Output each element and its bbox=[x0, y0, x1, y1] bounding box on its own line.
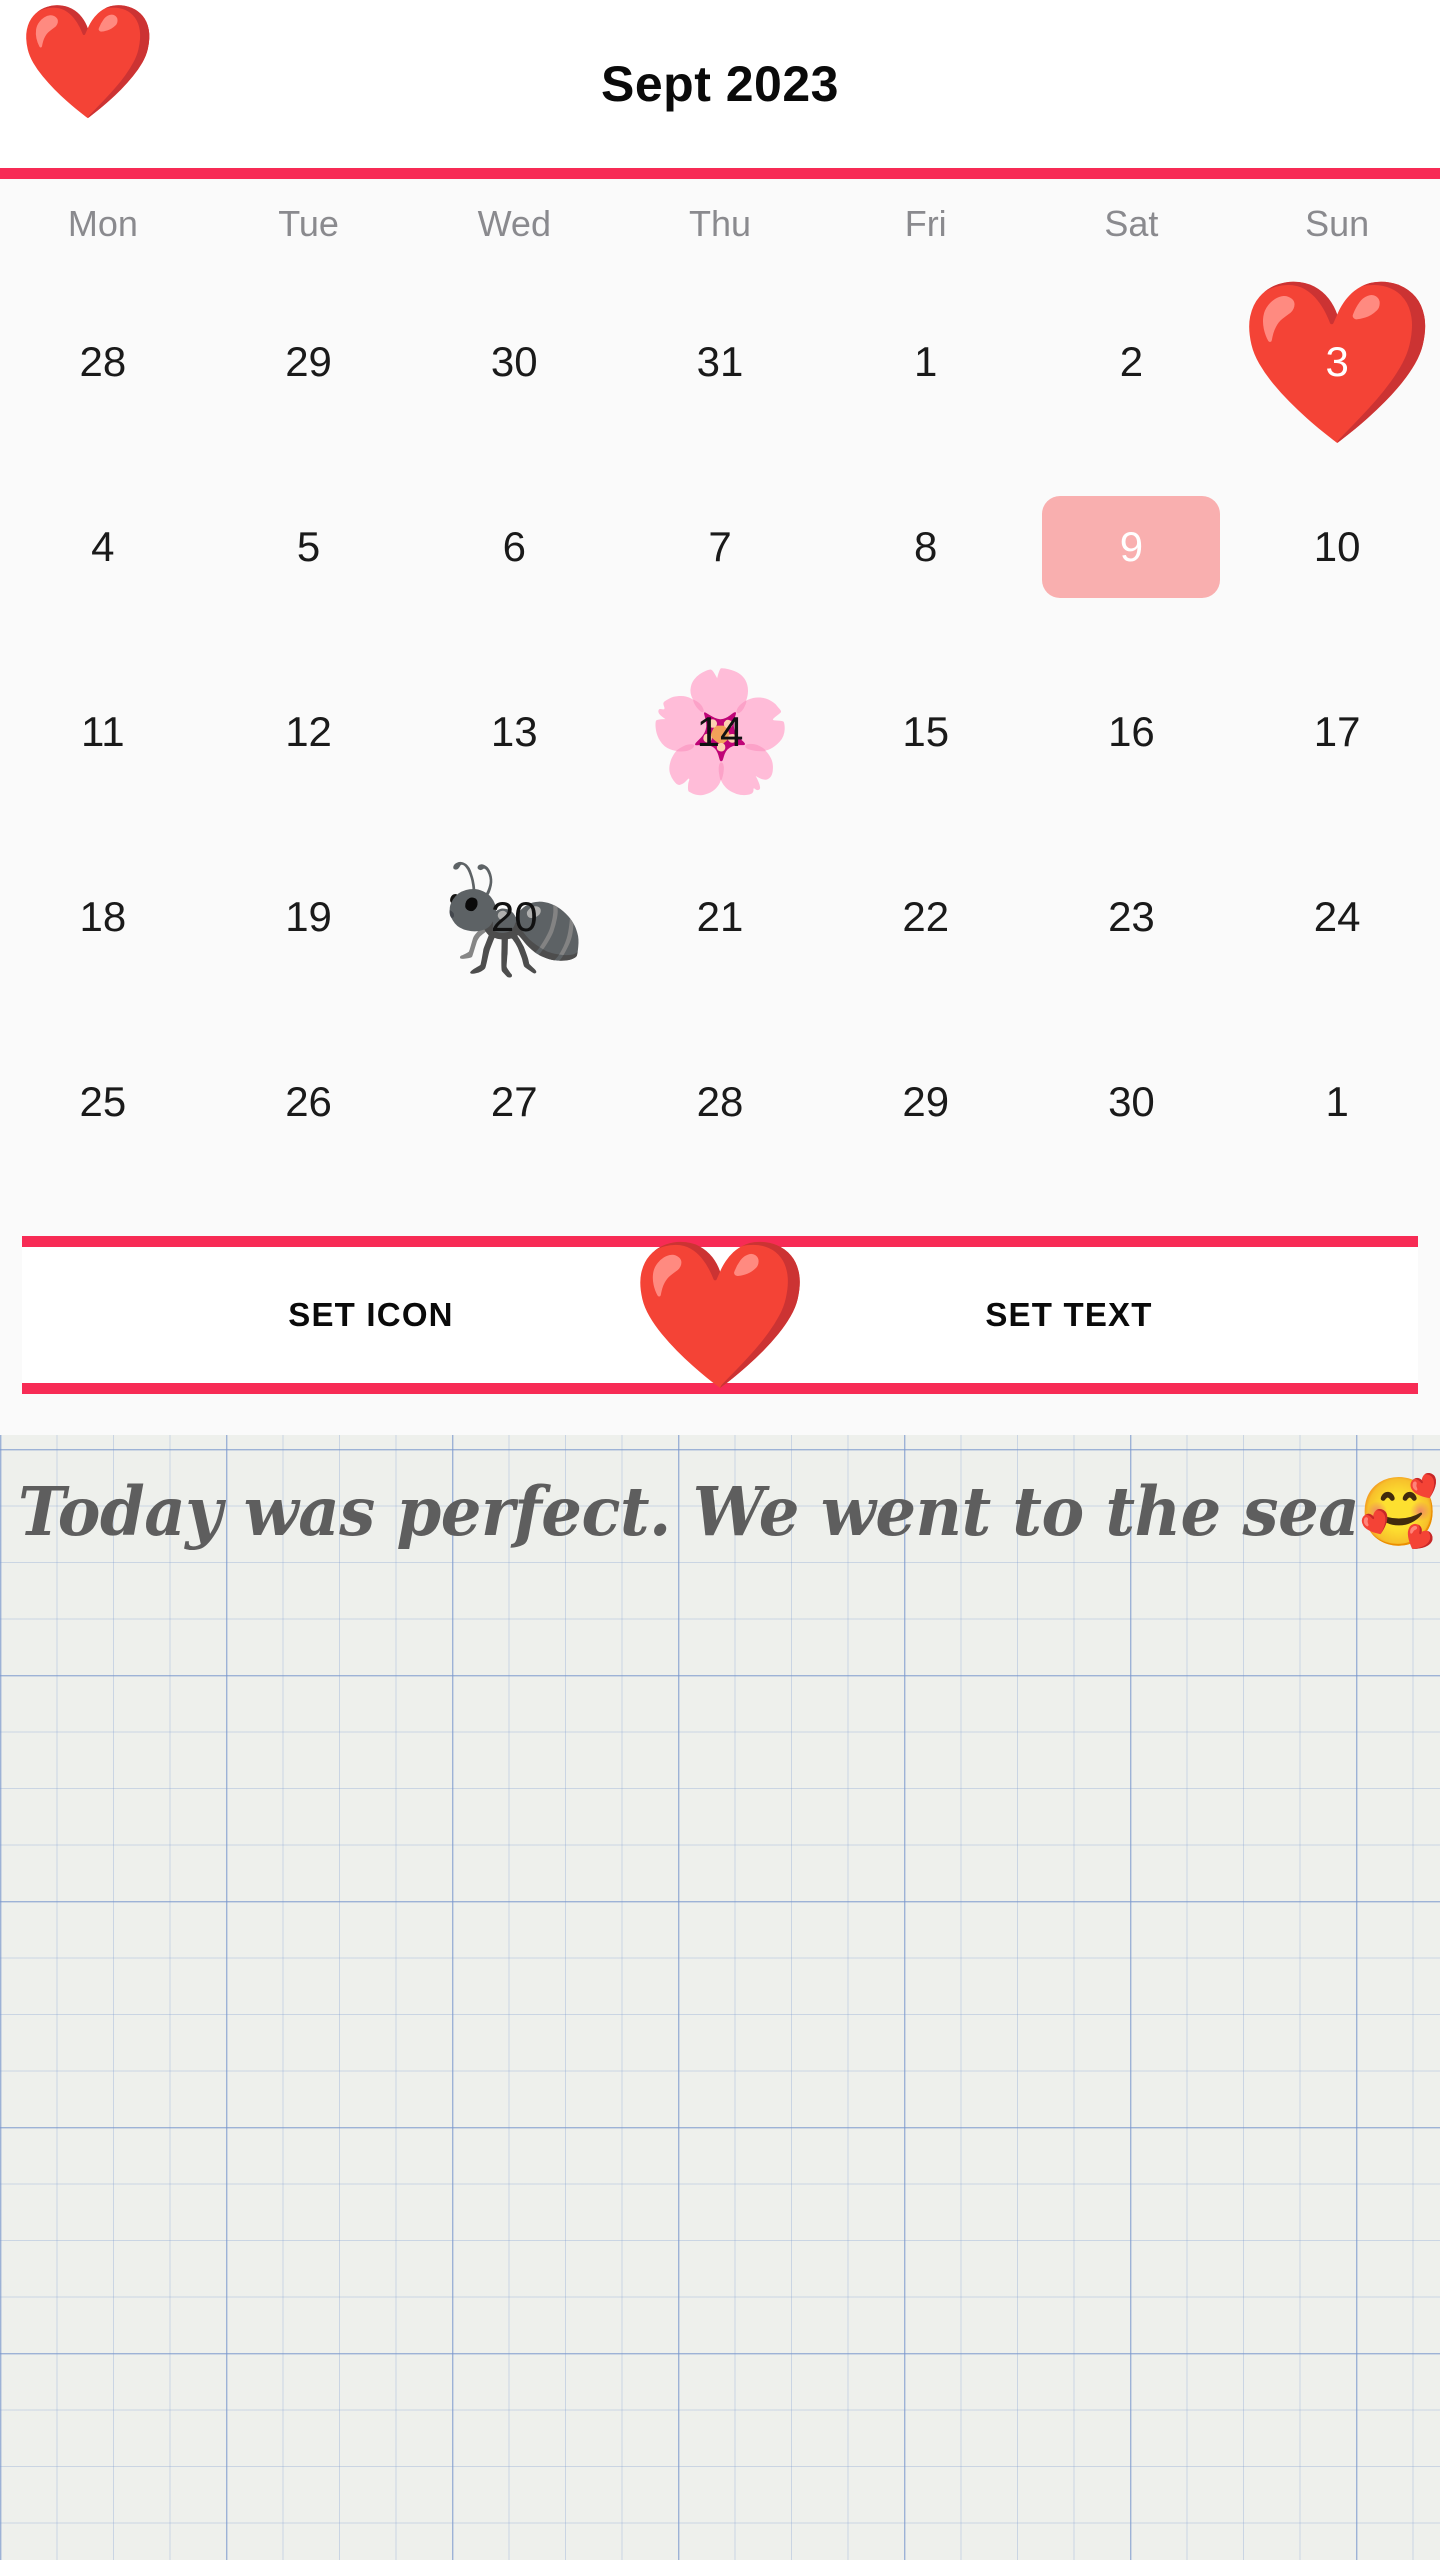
weekday-label-mon: Mon bbox=[67, 203, 138, 244]
weekday-label-tue: Tue bbox=[278, 203, 339, 244]
calendar-day-cell[interactable]: 15 bbox=[823, 639, 1029, 824]
calendar-week-row: 25 26 27 28 29 30 1 bbox=[0, 1009, 1440, 1194]
note-body-text: Today was perfect. We went to the sea bbox=[18, 1473, 1360, 1552]
calendar-week-row: 18 19 🐜 20 21 22 23 24 bbox=[0, 824, 1440, 1009]
note-paper[interactable]: Today was perfect. We went to the sea🥰 bbox=[0, 1435, 1440, 2560]
header-divider bbox=[0, 168, 1440, 179]
day-number: 30 bbox=[1108, 1077, 1155, 1125]
calendar-day-cell[interactable]: 4 bbox=[0, 454, 206, 639]
calendar-day-cell[interactable]: 25 bbox=[0, 1009, 206, 1194]
day-number: 15 bbox=[902, 707, 950, 755]
calendar-day-cell[interactable]: 29 bbox=[823, 1009, 1029, 1194]
calendar-day-cell[interactable]: 7 bbox=[617, 454, 823, 639]
calendar-week-row: 28 29 30 31 1 2 ❤️ 3 bbox=[0, 269, 1440, 454]
calendar-day-cell[interactable]: 31 bbox=[617, 269, 823, 454]
set-icon-button[interactable]: SET ICON bbox=[22, 1296, 720, 1334]
calendar-day-cell[interactable]: 28 bbox=[617, 1009, 823, 1194]
calendar-day-cell[interactable]: 1 bbox=[1234, 1009, 1440, 1194]
day-number: 22 bbox=[902, 892, 950, 940]
note-text[interactable]: Today was perfect. We went to the sea🥰 bbox=[18, 1473, 1439, 1552]
day-number: 12 bbox=[285, 707, 332, 755]
day-number: 18 bbox=[79, 892, 127, 940]
day-number: 31 bbox=[696, 337, 744, 385]
calendar-day-cell[interactable]: 5 bbox=[206, 454, 412, 639]
heart-icon: ❤️ bbox=[18, 0, 158, 124]
calendar-week-row: 11 12 13 🌸 14 15 16 17 bbox=[0, 639, 1440, 824]
day-number: 14 bbox=[696, 707, 744, 755]
calendar-day-cell[interactable]: 30 bbox=[411, 269, 617, 454]
day-number: 21 bbox=[696, 892, 744, 940]
day-number: 27 bbox=[490, 1077, 538, 1125]
day-number: 23 bbox=[1108, 892, 1155, 940]
weekday-label-fri: Fri bbox=[904, 203, 947, 244]
calendar-day-cell[interactable]: 10 bbox=[1234, 454, 1440, 639]
day-number: 17 bbox=[1313, 707, 1361, 755]
calendar-day-cell[interactable]: 17 bbox=[1234, 639, 1440, 824]
calendar-day-cell[interactable]: 18 bbox=[0, 824, 206, 1009]
calendar-day-cell[interactable]: 29 bbox=[206, 269, 412, 454]
day-number: 9 bbox=[1119, 522, 1144, 570]
day-number: 26 bbox=[285, 1077, 332, 1125]
day-number: 1 bbox=[914, 337, 938, 385]
heart-icon-preview[interactable]: ❤️ bbox=[630, 1242, 811, 1388]
day-number: 2 bbox=[1119, 337, 1144, 385]
calendar-day-cell[interactable]: 24 bbox=[1234, 824, 1440, 1009]
calendar-day-cell[interactable]: 21 bbox=[617, 824, 823, 1009]
smiling-face-with-hearts-icon: 🥰 bbox=[1359, 1474, 1439, 1552]
calendar-day-cell[interactable]: 26 bbox=[206, 1009, 412, 1194]
page-title: Sept 2023 bbox=[601, 56, 839, 112]
weekday-header-row: Mon Tue Wed Thu Fri Sat Sun bbox=[0, 179, 1440, 269]
day-number: 3 bbox=[1325, 337, 1349, 385]
day-number: 25 bbox=[79, 1077, 127, 1125]
calendar-day-cell[interactable]: ❤️ 3 bbox=[1234, 269, 1440, 454]
day-number: 5 bbox=[296, 522, 321, 570]
calendar-day-cell[interactable]: 🌸 14 bbox=[617, 639, 823, 824]
calendar-day-cell[interactable]: 13 bbox=[411, 639, 617, 824]
day-number: 6 bbox=[502, 522, 526, 570]
calendar-day-cell[interactable]: 6 bbox=[411, 454, 617, 639]
day-number: 8 bbox=[914, 522, 938, 570]
day-number: 30 bbox=[490, 337, 538, 385]
calendar-day-cell[interactable]: 30 bbox=[1029, 1009, 1235, 1194]
day-number: 24 bbox=[1313, 892, 1361, 940]
set-text-button[interactable]: SET TEXT bbox=[720, 1296, 1418, 1334]
calendar-day-cell[interactable]: 28 bbox=[0, 269, 206, 454]
day-number: 28 bbox=[696, 1077, 744, 1125]
day-number: 1 bbox=[1325, 1077, 1349, 1125]
day-number: 19 bbox=[285, 892, 332, 940]
calendar-day-cell[interactable]: 8 bbox=[823, 454, 1029, 639]
calendar-day-cell[interactable]: 1 bbox=[823, 269, 1029, 454]
calendar-day-cell[interactable]: 27 bbox=[411, 1009, 617, 1194]
calendar-body: 28 29 30 31 1 2 ❤️ 3 4 5 6 7 8 9 10 11 12 13 🌸 14 15 16 17 18 19… bbox=[0, 269, 1440, 1194]
weekday-label-sat: Sat bbox=[1104, 203, 1159, 244]
day-number: 29 bbox=[902, 1077, 950, 1125]
calendar-day-cell[interactable]: 2 bbox=[1029, 269, 1235, 454]
day-number: 16 bbox=[1108, 707, 1155, 755]
action-bar: SET ICON ❤️ SET TEXT bbox=[22, 1236, 1418, 1394]
day-number: 13 bbox=[490, 707, 538, 755]
calendar-grid: Mon Tue Wed Thu Fri Sat Sun 28 29 30 31 1 2 ❤️… bbox=[0, 179, 1440, 1194]
day-number: 20 bbox=[490, 892, 538, 940]
day-number: 29 bbox=[285, 337, 332, 385]
day-number: 10 bbox=[1313, 522, 1361, 570]
calendar-day-cell[interactable]: 🐜 20 bbox=[411, 824, 617, 1009]
weekday-label-wed: Wed bbox=[477, 203, 551, 244]
day-number: 28 bbox=[79, 337, 127, 385]
app-header: ❤️ Sept 2023 bbox=[0, 0, 1440, 168]
calendar-day-cell[interactable]: 11 bbox=[0, 639, 206, 824]
calendar-day-cell[interactable]: 12 bbox=[206, 639, 412, 824]
day-number: 4 bbox=[91, 522, 115, 570]
calendar-day-cell[interactable]: 9 bbox=[1029, 454, 1235, 639]
day-number: 11 bbox=[81, 707, 125, 755]
calendar-day-cell[interactable]: 23 bbox=[1029, 824, 1235, 1009]
weekday-label-thu: Thu bbox=[688, 203, 752, 244]
calendar-week-row: 4 5 6 7 8 9 10 bbox=[0, 454, 1440, 639]
calendar-day-cell[interactable]: 16 bbox=[1029, 639, 1235, 824]
day-number: 7 bbox=[708, 522, 732, 570]
weekday-label-sun: Sun bbox=[1305, 203, 1370, 244]
calendar-day-cell[interactable]: 22 bbox=[823, 824, 1029, 1009]
calendar-day-cell[interactable]: 19 bbox=[206, 824, 412, 1009]
